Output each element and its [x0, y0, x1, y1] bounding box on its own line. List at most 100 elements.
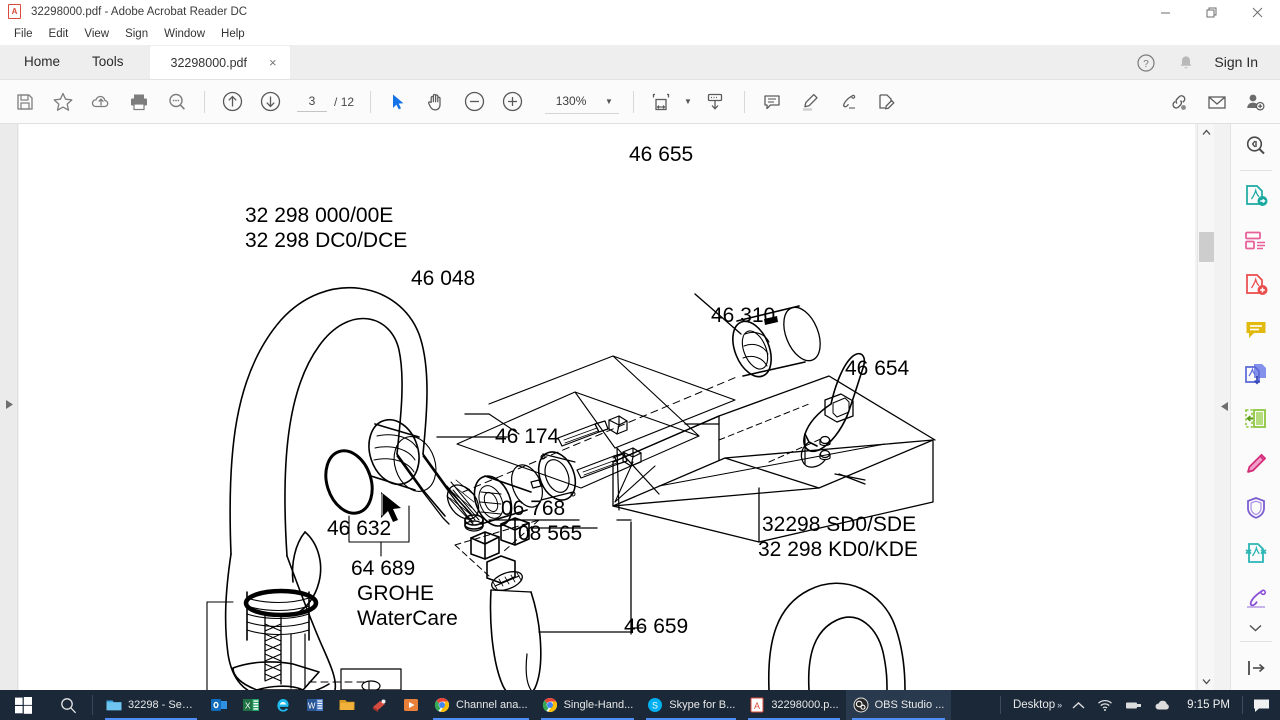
label-part-46632: 46 632: [327, 517, 391, 540]
system-tray: Desktop » 9:15 PM: [996, 690, 1280, 720]
taskbar-clock[interactable]: 9:15 PM: [1179, 699, 1238, 711]
next-page-arrow-down-icon[interactable]: [251, 80, 289, 124]
edit-pdf-icon[interactable]: [867, 80, 905, 124]
edit-pdf-tool-icon[interactable]: [1231, 441, 1280, 486]
skype-icon: S: [648, 698, 663, 712]
export-pdf-icon[interactable]: [1231, 174, 1280, 219]
tab-tools[interactable]: Tools: [76, 44, 140, 79]
restore-icon[interactable]: [1188, 0, 1234, 24]
upload-to-cloud-icon[interactable]: [82, 80, 120, 124]
right-tools-pane: [1230, 124, 1280, 690]
page-navigation: / 12: [297, 91, 354, 112]
scroll-down-chevron-icon[interactable]: [1198, 673, 1215, 690]
document-area: 32 298 000/00E 32 298 DC0/DCE 46 655 46 …: [0, 124, 1280, 690]
organize-pages-icon[interactable]: [1231, 218, 1280, 263]
taskbar-item-media-player[interactable]: [395, 690, 427, 720]
taskbar-item-chrome-channel[interactable]: Channel ana...: [427, 690, 535, 720]
close-tab-icon[interactable]: ×: [269, 56, 277, 69]
label-part-64689: 64 689: [351, 557, 415, 580]
save-icon[interactable]: [6, 80, 44, 124]
fill-and-sign-tool-icon[interactable]: [1231, 575, 1280, 620]
page-display-scroll-icon[interactable]: [696, 80, 734, 124]
fit-page-width-icon[interactable]: [642, 80, 680, 124]
windows-start-icon[interactable]: [0, 690, 46, 720]
taskbar-item-obs-studio[interactable]: OBS Studio ...: [845, 690, 952, 720]
tab-home[interactable]: Home: [8, 44, 76, 79]
combine-files-icon[interactable]: [1231, 352, 1280, 397]
network-icon[interactable]: [1119, 699, 1148, 711]
show-hidden-icons-chevron-up-icon[interactable]: [1066, 701, 1091, 710]
tray-divider: [999, 696, 1001, 714]
taskbar-item-acrobat[interactable]: A 32298000.p...: [742, 690, 845, 720]
taskbar-item-explorer[interactable]: 32298 - Sea...: [99, 690, 203, 720]
onedrive-cloud-icon[interactable]: [1148, 699, 1179, 711]
file-explorer-icon: [106, 700, 122, 711]
svg-text:W: W: [308, 702, 316, 711]
scrollbar-thumb[interactable]: [1199, 232, 1214, 262]
menu-help[interactable]: Help: [213, 24, 253, 45]
wifi-icon[interactable]: [1091, 698, 1119, 712]
search-tool-icon[interactable]: [1231, 124, 1280, 169]
email-icon[interactable]: [1198, 80, 1236, 124]
overflow-chevrons-icon[interactable]: »: [1055, 700, 1066, 710]
chevron-down-more-tools-icon[interactable]: [1231, 620, 1280, 636]
taskbar-search-icon[interactable]: [46, 690, 90, 720]
minimize-icon[interactable]: [1142, 0, 1188, 24]
menu-sign[interactable]: Sign: [117, 24, 156, 45]
fill-and-sign-icon[interactable]: [829, 80, 867, 124]
add-comment-icon[interactable]: [753, 80, 791, 124]
sign-in-button[interactable]: Sign In: [1206, 45, 1280, 80]
taskbar-item-internet-explorer[interactable]: [267, 690, 299, 720]
zoom-level-selector[interactable]: 130% ▼: [545, 90, 619, 114]
taskbar-item-outlook[interactable]: [203, 690, 235, 720]
show-desktop-label[interactable]: Desktop: [1005, 699, 1055, 711]
taskbar-item-word[interactable]: W: [299, 690, 331, 720]
hand-pan-icon[interactable]: [417, 80, 455, 124]
chevron-down-icon[interactable]: ▼: [605, 97, 613, 106]
zoom-out-minus-icon[interactable]: [455, 80, 493, 124]
menu-edit[interactable]: Edit: [41, 24, 77, 45]
chevron-down-icon[interactable]: ▼: [680, 80, 696, 124]
comment-tool-icon[interactable]: [1231, 307, 1280, 352]
collapse-right-panel-arrow-icon[interactable]: [1218, 396, 1230, 416]
taskbar-item-excel[interactable]: X: [235, 690, 267, 720]
title-bar: A 32298000.pdf - Adobe Acrobat Reader DC: [0, 0, 1280, 24]
collapse-pane-icon[interactable]: [1231, 645, 1280, 690]
taskbar-item-label: 32298 - Sea...: [128, 699, 196, 711]
search-icon[interactable]: [158, 80, 196, 124]
share-link-icon[interactable]: [1160, 80, 1198, 124]
previous-page-arrow-up-icon[interactable]: [213, 80, 251, 124]
menu-view[interactable]: View: [76, 24, 117, 45]
protect-shield-icon[interactable]: [1231, 486, 1280, 531]
exploded-parts-drawing: 32 298 000/00E 32 298 DC0/DCE 46 655 46 …: [206, 143, 936, 690]
vertical-scrollbar[interactable]: [1197, 124, 1214, 690]
menu-window[interactable]: Window: [156, 24, 213, 45]
add-person-icon[interactable]: [1236, 80, 1274, 124]
compress-pdf-icon[interactable]: [1231, 397, 1280, 442]
taskbar-item-paint[interactable]: [363, 690, 395, 720]
left-navigation-rail[interactable]: [0, 124, 18, 690]
print-icon[interactable]: [120, 80, 158, 124]
page-number-input[interactable]: [297, 91, 327, 112]
taskbar-item-folder[interactable]: [331, 690, 363, 720]
action-center-icon[interactable]: [1247, 698, 1280, 713]
redact-pdf-icon[interactable]: [1231, 531, 1280, 576]
zoom-in-plus-icon[interactable]: [493, 80, 531, 124]
create-pdf-icon[interactable]: [1231, 263, 1280, 308]
label-part-46048: 46 048: [411, 267, 475, 290]
help-circle-icon[interactable]: ?: [1126, 45, 1166, 80]
expand-left-panel-arrow-icon[interactable]: [4, 397, 14, 411]
tab-document[interactable]: 32298000.pdf ×: [149, 46, 290, 79]
taskbar-item-skype[interactable]: S Skype for B...: [640, 690, 742, 720]
scroll-up-chevron-icon[interactable]: [1198, 124, 1215, 141]
taskbar-item-chrome-single-handle[interactable]: Single-Hand...: [535, 690, 641, 720]
add-to-favorites-star-icon[interactable]: [44, 80, 82, 124]
menu-file[interactable]: File: [6, 24, 41, 45]
close-icon[interactable]: [1234, 0, 1280, 24]
pdf-page-canvas[interactable]: 32 298 000/00E 32 298 DC0/DCE 46 655 46 …: [19, 124, 1195, 690]
bell-icon[interactable]: [1166, 45, 1206, 80]
windows-taskbar: 32298 - Sea... X W Channel ana... Single…: [0, 690, 1280, 720]
highlight-text-icon[interactable]: [791, 80, 829, 124]
zoom-level-value: 130%: [555, 94, 587, 108]
select-cursor-icon[interactable]: [379, 80, 417, 124]
